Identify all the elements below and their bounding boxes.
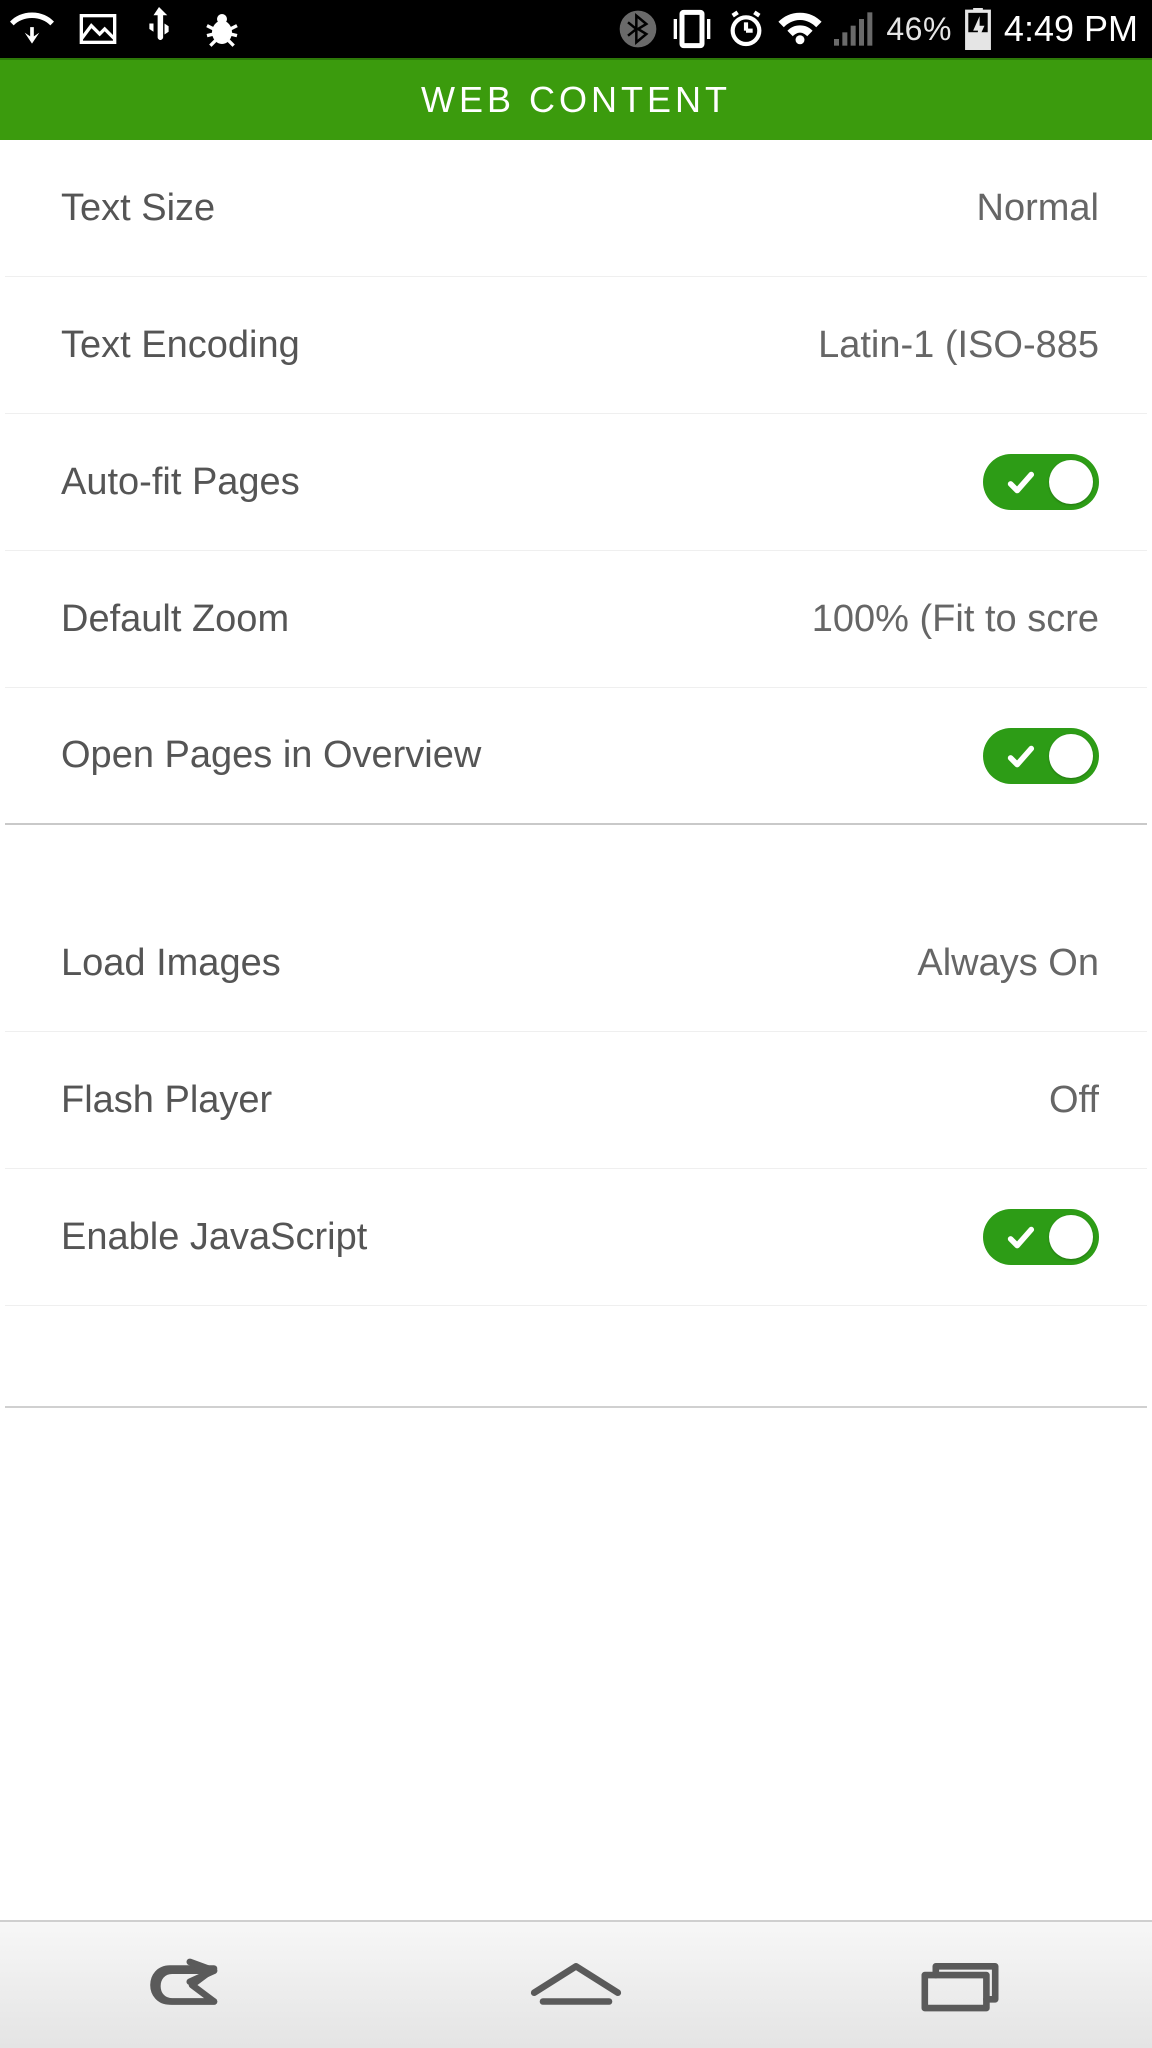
setting-load-images[interactable]: Load Images Always On (5, 895, 1147, 1032)
setting-value: Latin-1 (ISO-885 (818, 324, 1099, 367)
system-nav-bar (0, 1920, 1152, 2048)
status-bar: 46% 4:49 PM (0, 0, 1152, 58)
setting-enable-javascript[interactable]: Enable JavaScript (5, 1169, 1147, 1306)
setting-label: Text Encoding (61, 324, 300, 367)
setting-value: 100% (Fit to scre (812, 598, 1099, 641)
setting-value: Always On (917, 942, 1099, 985)
bluetooth-icon (618, 9, 658, 49)
checkmark-icon (1005, 742, 1035, 777)
checkmark-icon (1005, 468, 1035, 503)
vibrate-icon (670, 9, 714, 49)
wifi-icon (778, 11, 822, 47)
settings-list: Text Size Normal Text Encoding Latin-1 (… (5, 140, 1147, 1408)
setting-value: Off (1049, 1079, 1099, 1122)
setting-value: Normal (977, 187, 1099, 230)
setting-label: Auto-fit Pages (61, 461, 300, 504)
debug-icon (200, 9, 244, 49)
setting-label: Load Images (61, 942, 281, 985)
checkmark-icon (1005, 1223, 1035, 1258)
setting-flash-player[interactable]: Flash Player Off (5, 1032, 1147, 1169)
toggle-enable-js[interactable] (983, 1209, 1099, 1265)
toggle-auto-fit[interactable] (983, 454, 1099, 510)
clock-time: 4:49 PM (1004, 8, 1142, 50)
setting-label: Default Zoom (61, 598, 289, 641)
setting-label: Text Size (61, 187, 215, 230)
setting-default-zoom[interactable]: Default Zoom 100% (Fit to scre (5, 551, 1147, 688)
setting-label: Flash Player (61, 1079, 272, 1122)
toggle-open-overview[interactable] (983, 728, 1099, 784)
recent-apps-button[interactable] (870, 1922, 1050, 2048)
setting-label: Open Pages in Overview (61, 734, 481, 777)
toggle-knob (1049, 734, 1093, 778)
setting-text-encoding[interactable]: Text Encoding Latin-1 (ISO-885 (5, 277, 1147, 414)
setting-auto-fit-pages[interactable]: Auto-fit Pages (5, 414, 1147, 551)
battery-percent: 46% (886, 11, 952, 48)
setting-open-pages-overview[interactable]: Open Pages in Overview (5, 688, 1147, 825)
page-title: WEB CONTENT (421, 79, 731, 121)
divider (5, 1406, 1147, 1408)
wifi-sync-icon (10, 7, 54, 51)
battery-charging-icon (964, 8, 992, 50)
signal-icon (834, 11, 874, 47)
usb-icon (142, 7, 176, 51)
toggle-knob (1049, 460, 1093, 504)
alarm-icon (726, 9, 766, 49)
home-button[interactable] (486, 1922, 666, 2048)
back-button[interactable] (102, 1922, 282, 2048)
picture-icon (78, 9, 118, 49)
setting-text-size[interactable]: Text Size Normal (5, 140, 1147, 277)
setting-label: Enable JavaScript (61, 1216, 367, 1259)
page-header: WEB CONTENT (0, 58, 1152, 140)
toggle-knob (1049, 1215, 1093, 1259)
